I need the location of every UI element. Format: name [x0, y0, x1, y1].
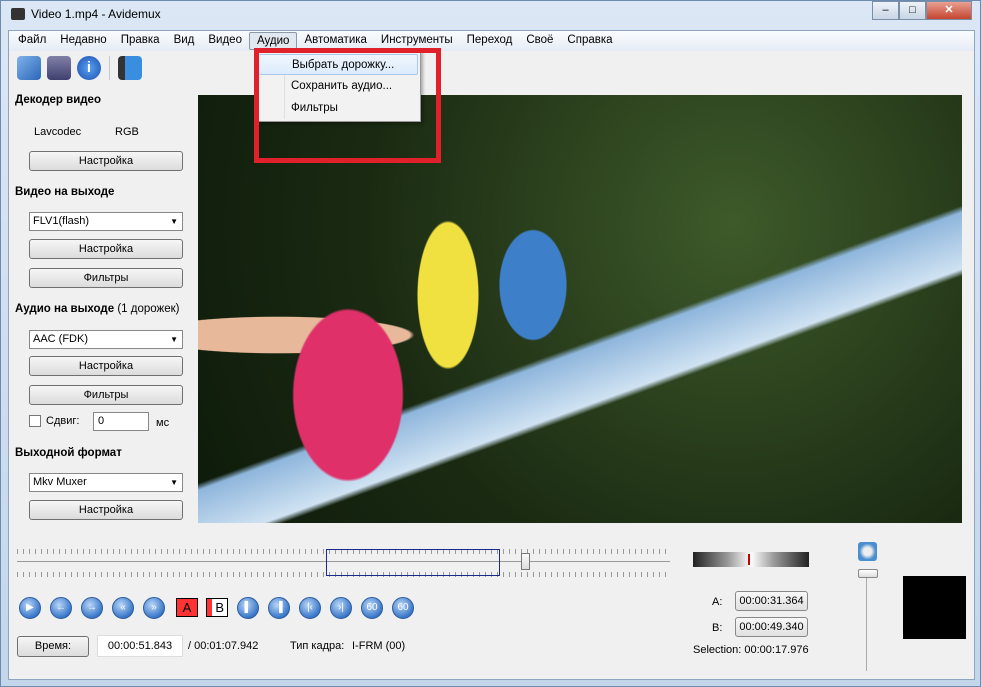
- audio-meter: [903, 576, 966, 639]
- toolbar: i: [9, 52, 974, 84]
- jog-indicator: [748, 554, 750, 565]
- audio-output-title: Аудио на выходе: [15, 303, 115, 315]
- client-area: Файл Недавно Правка Вид Видео Аудио Автоматика…: [8, 30, 975, 680]
- window-title: Video 1.mp4 - Avidemux: [31, 7, 161, 21]
- decoder-codec: Lavcodec: [34, 126, 82, 138]
- shift-unit: мс: [156, 417, 170, 429]
- audio-codec-select[interactable]: AAC (FDK): [29, 330, 183, 349]
- menu-4[interactable]: Видео: [201, 31, 249, 51]
- selection-duration: Selection: 00:00:17.976: [693, 644, 809, 656]
- time-button[interactable]: Время:: [17, 636, 89, 657]
- prev-frame-button[interactable]: ←: [50, 597, 72, 619]
- video-settings-button[interactable]: Настройка: [29, 239, 183, 259]
- decoder-colorspace: RGB: [115, 126, 139, 138]
- menu-3[interactable]: Вид: [167, 31, 202, 51]
- maximize-button[interactable]: □: [899, 1, 926, 20]
- shift-input[interactable]: 0: [93, 412, 149, 431]
- marker-b-time[interactable]: 00:00:49.340: [735, 617, 808, 637]
- goto-last-frame-button[interactable]: ›|: [330, 597, 352, 619]
- menu-9[interactable]: Своё: [519, 31, 560, 51]
- open-icon[interactable]: [17, 56, 41, 80]
- play-button[interactable]: ▶: [19, 597, 41, 619]
- clapperboard-icon: [11, 8, 25, 20]
- next-keyframe-button[interactable]: »: [143, 597, 165, 619]
- audio-output-heading: Аудио на выходе (1 дорожек): [15, 303, 179, 315]
- forward-60s-button[interactable]: 60: [392, 597, 414, 619]
- decoder-settings-button[interactable]: Настройка: [29, 151, 183, 171]
- timeline-slider[interactable]: [17, 546, 670, 578]
- audio-track-count: (1 дорожек): [117, 303, 180, 315]
- close-button[interactable]: ✕: [926, 1, 972, 20]
- frame-type-value: I-FRM (00): [352, 640, 406, 652]
- menu-10[interactable]: Справка: [560, 31, 619, 51]
- output-format-heading: Выходной формат: [15, 447, 122, 459]
- jog-shuttle[interactable]: [693, 552, 809, 567]
- back-60s-button[interactable]: 60: [361, 597, 383, 619]
- audio-settings-button[interactable]: Настройка: [29, 356, 183, 376]
- menu-1[interactable]: Недавно: [53, 31, 113, 51]
- speaker-icon[interactable]: [858, 542, 877, 561]
- app-window: Video 1.mp4 - Avidemux – □ ✕ Файл Недавно…: [0, 0, 981, 687]
- shift-label: Сдвиг:: [46, 415, 80, 427]
- filter-icon[interactable]: [118, 56, 142, 80]
- video-codec-select[interactable]: FLV1(flash): [29, 212, 183, 231]
- menu-2[interactable]: Правка: [114, 31, 167, 51]
- marker-a-time[interactable]: 00:00:31.364: [735, 591, 808, 611]
- marker-a-label: A:: [712, 596, 723, 608]
- muxer-settings-button[interactable]: Настройка: [29, 500, 183, 520]
- prev-keyframe-button[interactable]: «: [112, 597, 134, 619]
- timeline-handle[interactable]: [521, 553, 530, 570]
- volume-slider-handle[interactable]: [858, 569, 878, 578]
- shift-checkbox[interactable]: [29, 415, 41, 427]
- goto-first-frame-button[interactable]: |‹: [299, 597, 321, 619]
- muxer-select[interactable]: Mkv Muxer: [29, 473, 183, 492]
- menu-8[interactable]: Переход: [460, 31, 520, 51]
- current-time-input[interactable]: 00:00:51.843: [97, 635, 183, 657]
- total-time: / 00:01:07.942: [188, 640, 259, 652]
- menu-0[interactable]: Файл: [11, 31, 53, 51]
- highlight-annotation: [254, 48, 441, 163]
- toolbar-separator: [109, 56, 110, 80]
- selection-range: [326, 549, 500, 576]
- video-decoder-heading: Декодер видео: [15, 94, 101, 106]
- audio-filters-button[interactable]: Фильтры: [29, 385, 183, 405]
- next-frame-button[interactable]: →: [81, 597, 103, 619]
- frame-type-label: Тип кадра:: [290, 640, 345, 652]
- volume-track: [866, 571, 867, 671]
- goto-marker-b-button[interactable]: ▐: [268, 597, 290, 619]
- goto-marker-a-button[interactable]: ▌: [237, 597, 259, 619]
- video-filters-button[interactable]: Фильтры: [29, 268, 183, 288]
- info-icon[interactable]: i: [77, 56, 101, 80]
- menu-bar: Файл Недавно Правка Вид Видео Аудио Автоматика…: [9, 31, 974, 51]
- title-bar: Video 1.mp4 - Avidemux – □ ✕: [1, 1, 980, 29]
- minimize-button[interactable]: –: [872, 1, 899, 20]
- marker-b-label: B:: [712, 622, 723, 634]
- save-icon[interactable]: [47, 56, 71, 80]
- set-marker-a-button[interactable]: A: [176, 598, 198, 617]
- set-marker-b-button[interactable]: B: [206, 598, 228, 617]
- video-output-heading: Видео на выходе: [15, 186, 115, 198]
